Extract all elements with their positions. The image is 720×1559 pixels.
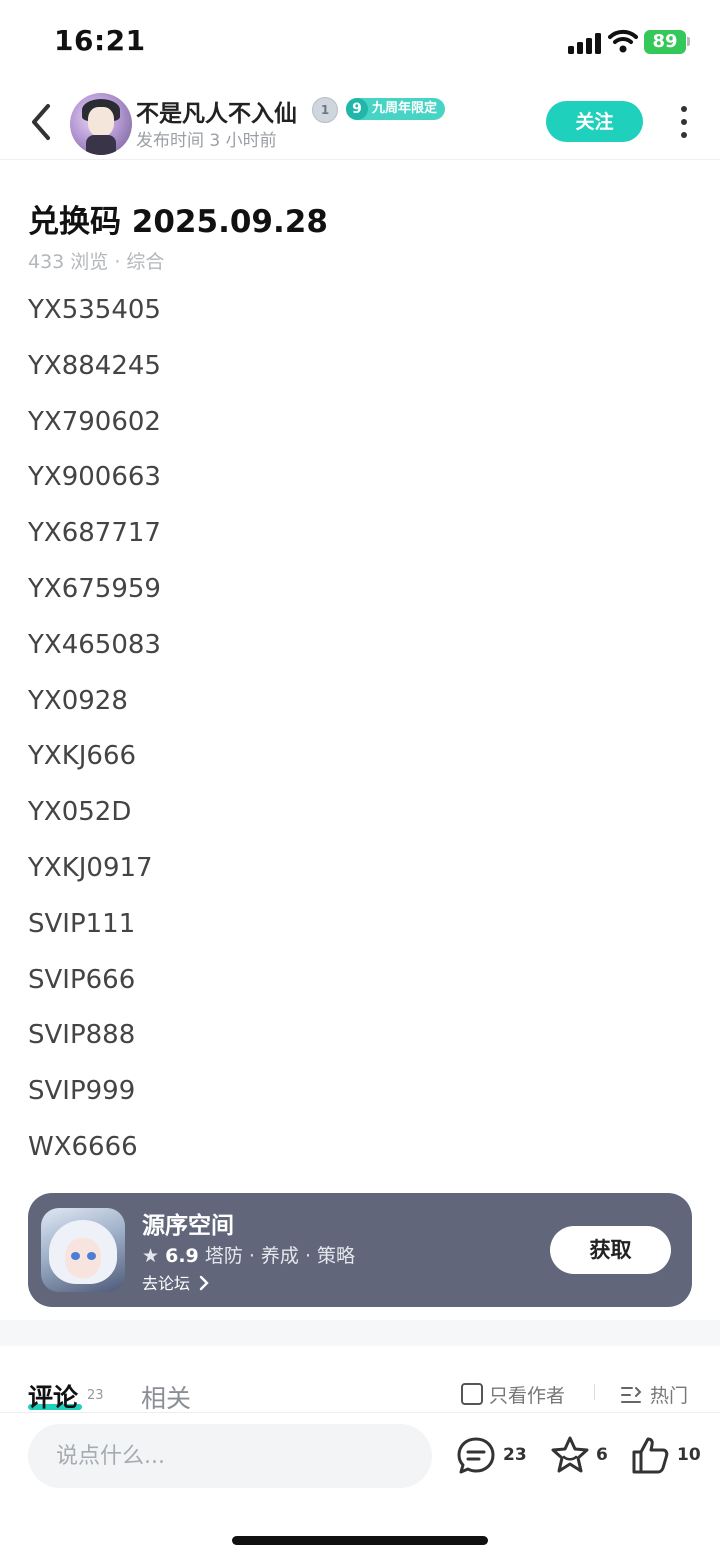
comment-input[interactable]	[28, 1424, 432, 1488]
back-chevron-icon[interactable]	[26, 102, 58, 142]
tab-comments-count: 23	[87, 1388, 104, 1403]
app-icon[interactable]	[41, 1208, 125, 1292]
code-item: YX900663	[28, 462, 161, 493]
app-rating-row: ★ 6.9 塔防 · 养成 · 策略	[142, 1241, 355, 1268]
code-item: YX884245	[28, 350, 161, 381]
code-item: YX790602	[28, 406, 161, 437]
sort-hot-button[interactable]: 热门	[620, 1381, 688, 1408]
code-item: SVIP888	[28, 1020, 136, 1051]
status-time: 16:21	[54, 24, 146, 57]
forum-link-label: 去论坛	[142, 1274, 191, 1293]
level-badge: 1	[312, 97, 338, 123]
anniversary-badge: 9 九周年限定	[346, 98, 446, 120]
comment-action[interactable]: 23	[456, 1435, 528, 1479]
tab-comments[interactable]: 评论	[28, 1378, 78, 1414]
battery-level: 89	[652, 31, 678, 52]
wifi-icon	[608, 28, 638, 54]
sort-label: 热门	[650, 1385, 689, 1407]
post-title: 兑换码 2025.09.28	[28, 204, 328, 240]
only-author-label: 只看作者	[489, 1385, 566, 1407]
home-indicator[interactable]	[232, 1536, 488, 1545]
code-item: YX535405	[28, 295, 161, 325]
get-app-button[interactable]: 获取	[550, 1226, 671, 1274]
app-tags: 塔防 · 养成 · 策略	[204, 1245, 356, 1267]
header-divider	[0, 159, 720, 160]
post-meta: 433 浏览 · 综合	[28, 251, 165, 273]
like-count: 10	[677, 1445, 701, 1465]
app-rating: 6.9	[165, 1245, 199, 1267]
code-item: YX675959	[28, 573, 161, 604]
cellular-signal-icon	[568, 32, 602, 54]
bottom-action-bar: 23 6 10	[0, 1412, 720, 1559]
star-outline-icon	[551, 1436, 589, 1473]
chevron-right-icon	[199, 1275, 209, 1291]
code-item: YXKJ666	[28, 741, 137, 772]
section-separator	[0, 1320, 720, 1346]
like-action[interactable]: 10	[630, 1435, 702, 1479]
only-author-toggle[interactable]: 只看作者	[461, 1381, 565, 1408]
author-name[interactable]: 不是凡人不入仙	[136, 94, 297, 128]
forum-link[interactable]: 去论坛	[142, 1270, 210, 1294]
code-item: SVIP999	[28, 1076, 136, 1107]
author-avatar[interactable]	[70, 93, 132, 155]
sort-icon	[621, 1387, 642, 1403]
battery-tip	[687, 37, 690, 46]
battery-icon: 89	[644, 30, 686, 54]
code-item: YX687717	[28, 518, 161, 549]
post-time: 发布时间 3 小时前	[136, 131, 277, 151]
code-list: YX535405 YX884245 YX790602 YX900663 YX68…	[28, 292, 161, 1185]
thumbs-up-icon	[632, 1437, 669, 1474]
code-item: YX0928	[28, 685, 128, 716]
comment-count: 23	[503, 1445, 527, 1465]
code-item: YX465083	[28, 629, 161, 660]
code-item: YX052D	[28, 797, 132, 828]
anniversary-label: 九周年限定	[372, 101, 438, 116]
code-item: YXKJ0917	[28, 852, 153, 883]
tab-related[interactable]: 相关	[141, 1379, 191, 1415]
app-name: 源序空间	[142, 1213, 234, 1239]
anniversary-number: 9	[346, 98, 368, 120]
code-item: SVIP666	[28, 964, 136, 995]
more-options-icon[interactable]	[678, 106, 690, 138]
favorite-count: 6	[596, 1445, 608, 1465]
favorite-action[interactable]: 6	[550, 1435, 610, 1479]
code-item: WX6666	[28, 1131, 138, 1162]
checkbox-icon	[461, 1383, 483, 1405]
app-card[interactable]: 源序空间 ★ 6.9 塔防 · 养成 · 策略 去论坛 获取	[28, 1193, 692, 1307]
follow-button[interactable]: 关注	[546, 101, 643, 142]
divider	[594, 1384, 595, 1400]
comment-bubble-icon	[457, 1437, 495, 1474]
code-item: SVIP111	[28, 908, 136, 939]
star-icon: ★	[142, 1245, 160, 1267]
